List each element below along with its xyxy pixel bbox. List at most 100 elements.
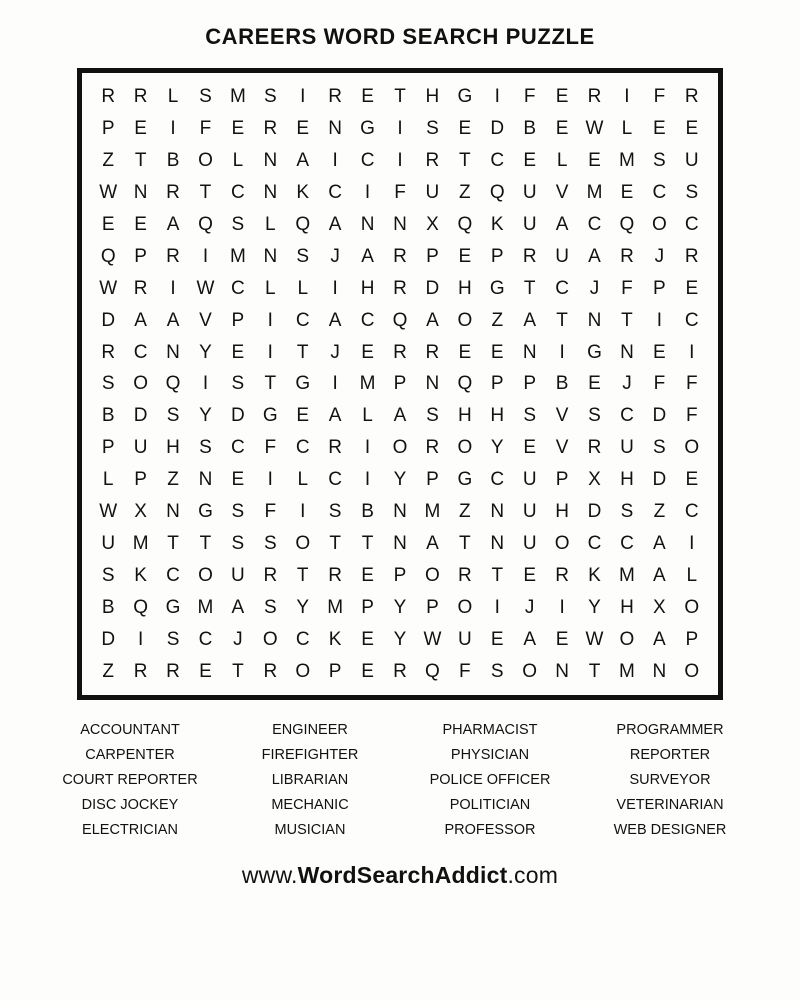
grid-cell[interactable]: E	[643, 336, 675, 368]
grid-cell[interactable]: M	[319, 591, 351, 623]
grid-cell[interactable]: S	[222, 528, 254, 560]
grid-cell[interactable]: O	[287, 655, 319, 687]
grid-cell[interactable]: E	[676, 464, 708, 496]
grid-cell[interactable]: H	[351, 272, 383, 304]
grid-cell[interactable]: R	[319, 559, 351, 591]
word-list-item[interactable]: FIREFIGHTER	[262, 743, 359, 768]
grid-cell[interactable]: A	[157, 209, 189, 241]
grid-cell[interactable]: S	[319, 496, 351, 528]
grid-cell[interactable]: N	[481, 496, 513, 528]
grid-cell[interactable]: U	[92, 528, 124, 560]
grid-cell[interactable]: I	[157, 113, 189, 145]
grid-cell[interactable]: W	[416, 623, 448, 655]
grid-cell[interactable]: T	[287, 559, 319, 591]
grid-cell[interactable]: N	[254, 240, 286, 272]
word-list-item[interactable]: VETERINARIAN	[616, 793, 723, 818]
grid-cell[interactable]: A	[351, 240, 383, 272]
grid-cell[interactable]: T	[189, 177, 221, 209]
grid-cell[interactable]: C	[611, 400, 643, 432]
grid-cell[interactable]: C	[611, 528, 643, 560]
grid-cell[interactable]: P	[222, 304, 254, 336]
grid-cell[interactable]: E	[481, 623, 513, 655]
grid-cell[interactable]: N	[513, 336, 545, 368]
grid-cell[interactable]: G	[449, 464, 481, 496]
grid-cell[interactable]: E	[546, 623, 578, 655]
grid-cell[interactable]: C	[287, 432, 319, 464]
grid-cell[interactable]: S	[416, 113, 448, 145]
grid-cell[interactable]: T	[222, 655, 254, 687]
grid-cell[interactable]: J	[611, 368, 643, 400]
grid-cell[interactable]: Q	[384, 304, 416, 336]
grid-cell[interactable]: I	[319, 145, 351, 177]
grid-cell[interactable]: U	[124, 432, 156, 464]
grid-cell[interactable]: N	[189, 464, 221, 496]
grid-cell[interactable]: I	[287, 496, 319, 528]
grid-cell[interactable]: L	[254, 272, 286, 304]
grid-cell[interactable]: V	[189, 304, 221, 336]
grid-cell[interactable]: T	[287, 336, 319, 368]
grid-cell[interactable]: M	[611, 145, 643, 177]
grid-cell[interactable]: T	[546, 304, 578, 336]
grid-cell[interactable]: A	[546, 209, 578, 241]
grid-cell[interactable]: I	[157, 272, 189, 304]
grid-cell[interactable]: C	[319, 177, 351, 209]
grid-cell[interactable]: E	[189, 655, 221, 687]
grid-cell[interactable]: S	[254, 528, 286, 560]
grid-cell[interactable]: A	[578, 240, 610, 272]
grid-cell[interactable]: E	[124, 113, 156, 145]
grid-cell[interactable]: M	[351, 368, 383, 400]
grid-cell[interactable]: O	[189, 559, 221, 591]
grid-cell[interactable]: J	[643, 240, 675, 272]
word-list-item[interactable]: MUSICIAN	[275, 818, 346, 843]
grid-cell[interactable]: D	[416, 272, 448, 304]
grid-cell[interactable]: O	[643, 209, 675, 241]
grid-cell[interactable]: I	[611, 81, 643, 113]
grid-cell[interactable]: T	[157, 528, 189, 560]
grid-cell[interactable]: R	[513, 240, 545, 272]
grid-cell[interactable]: O	[676, 591, 708, 623]
grid-cell[interactable]: F	[189, 113, 221, 145]
grid-cell[interactable]: N	[124, 177, 156, 209]
grid-cell[interactable]: S	[254, 81, 286, 113]
grid-cell[interactable]: B	[92, 400, 124, 432]
grid-cell[interactable]: E	[449, 113, 481, 145]
grid-cell[interactable]: P	[351, 591, 383, 623]
grid-cell[interactable]: S	[611, 496, 643, 528]
grid-cell[interactable]: T	[124, 145, 156, 177]
grid-cell[interactable]: E	[92, 209, 124, 241]
grid-cell[interactable]: O	[254, 623, 286, 655]
grid-cell[interactable]: L	[92, 464, 124, 496]
grid-cell[interactable]: F	[513, 81, 545, 113]
grid-cell[interactable]: B	[546, 368, 578, 400]
grid-cell[interactable]: I	[676, 336, 708, 368]
word-list-item[interactable]: MECHANIC	[271, 793, 348, 818]
grid-cell[interactable]: F	[643, 368, 675, 400]
grid-cell[interactable]: X	[416, 209, 448, 241]
grid-cell[interactable]: C	[287, 304, 319, 336]
grid-cell[interactable]: E	[287, 113, 319, 145]
grid-cell[interactable]: E	[481, 336, 513, 368]
grid-cell[interactable]: I	[384, 113, 416, 145]
grid-cell[interactable]: O	[287, 528, 319, 560]
grid-cell[interactable]: Q	[287, 209, 319, 241]
grid-cell[interactable]: S	[92, 368, 124, 400]
grid-cell[interactable]: I	[546, 336, 578, 368]
grid-cell[interactable]: Y	[384, 623, 416, 655]
grid-cell[interactable]: N	[416, 368, 448, 400]
grid-cell[interactable]: R	[611, 240, 643, 272]
grid-cell[interactable]: E	[351, 81, 383, 113]
grid-cell[interactable]: L	[611, 113, 643, 145]
grid-cell[interactable]: U	[513, 496, 545, 528]
grid-cell[interactable]: U	[513, 209, 545, 241]
grid-cell[interactable]: B	[513, 113, 545, 145]
grid-cell[interactable]: E	[222, 464, 254, 496]
grid-cell[interactable]: Z	[449, 177, 481, 209]
grid-cell[interactable]: M	[124, 528, 156, 560]
grid-cell[interactable]: Z	[157, 464, 189, 496]
grid-cell[interactable]: G	[189, 496, 221, 528]
grid-cell[interactable]: T	[351, 528, 383, 560]
word-list-item[interactable]: COURT REPORTER	[62, 768, 197, 793]
grid-cell[interactable]: A	[513, 623, 545, 655]
grid-cell[interactable]: L	[222, 145, 254, 177]
grid-cell[interactable]: E	[546, 113, 578, 145]
